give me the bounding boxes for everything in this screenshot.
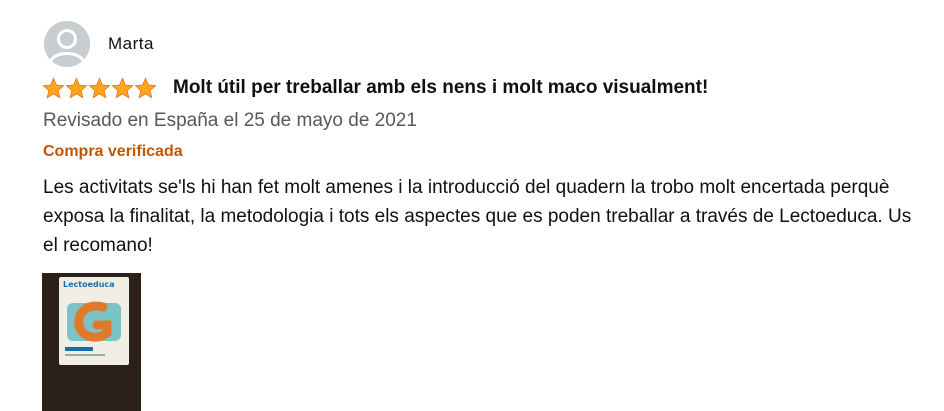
rating-row: Molt útil per treballar amb els nens i m…: [42, 77, 708, 99]
star-icon: [111, 77, 134, 99]
star-icon: [42, 77, 65, 99]
star-icon: [88, 77, 111, 99]
review-title[interactable]: Molt útil per treballar amb els nens i m…: [173, 77, 708, 99]
review-image-thumbnail[interactable]: Lectoeduca: [42, 273, 141, 411]
star-icon: [65, 77, 88, 99]
review-card: Marta Molt útil per treballar amb els ne…: [0, 0, 944, 411]
star-icon: [134, 77, 157, 99]
avatar-icon[interactable]: [44, 21, 90, 67]
review-date: Revisado en España el 25 de mayo de 2021: [43, 110, 417, 131]
review-body: Les activitats se'ls hi han fet molt ame…: [43, 177, 912, 256]
reviewer-profile[interactable]: Marta: [44, 21, 154, 67]
reviewer-name[interactable]: Marta: [108, 34, 154, 54]
verified-purchase-badge: Compra verificada: [43, 143, 183, 160]
star-rating[interactable]: [42, 77, 157, 99]
book-photo-icon: Lectoeduca: [59, 277, 129, 365]
